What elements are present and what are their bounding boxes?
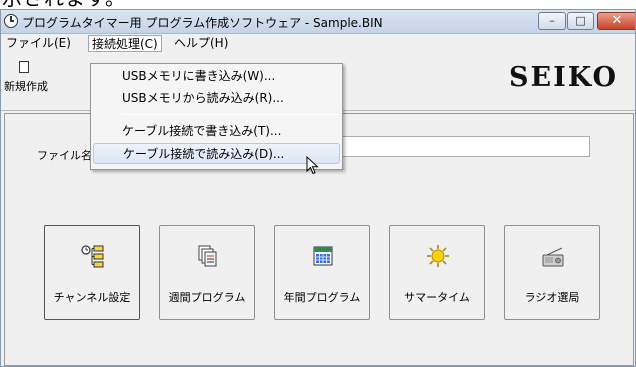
sun-icon xyxy=(427,245,449,267)
new-file-button[interactable]: 新規作成 xyxy=(4,59,48,99)
weekly-program-button[interactable]: 週間プログラム xyxy=(159,225,255,320)
cable-read-item[interactable]: ケーブル接続で読み込み(D)... xyxy=(93,143,340,164)
weekly-program-label: 週間プログラム xyxy=(168,291,246,304)
window-title: プログラムタイマー用 プログラム作成ソフトウェア - Sample.BIN xyxy=(22,16,383,30)
connection-dropdown-menu: USBメモリに書き込み(W)... USBメモリから読み込み(R)... ケーブ… xyxy=(90,63,343,170)
radio-tuning-label: ラジオ選局 xyxy=(524,291,580,304)
minimize-icon: – xyxy=(549,14,555,27)
caption-fragment: 示されます。 xyxy=(0,0,636,9)
annual-program-label: 年間プログラム xyxy=(283,291,361,304)
weekly-pages-icon xyxy=(198,245,217,267)
maximize-button[interactable]: □ xyxy=(567,12,594,30)
summer-time-button[interactable]: サマータイム xyxy=(389,225,485,320)
usb-read-item[interactable]: USBメモリから読み込み(R)... xyxy=(93,88,340,109)
radio-icon xyxy=(542,247,564,267)
radio-tuning-button[interactable]: ラジオ選局 xyxy=(504,225,600,320)
brand-logo: SEIKO xyxy=(509,62,618,93)
maximize-icon: □ xyxy=(575,14,586,27)
file-name-label: ファイル名 xyxy=(37,149,92,162)
caption-text: 示されます。 xyxy=(2,0,126,9)
summer-time-label: サマータイム xyxy=(404,291,470,304)
title-bar[interactable]: プログラムタイマー用 プログラム作成ソフトウェア - Sample.BIN – … xyxy=(1,10,635,34)
new-file-label: 新規作成 xyxy=(4,80,48,93)
usb-write-item[interactable]: USBメモリに書き込み(W)... xyxy=(93,66,340,87)
app-window: プログラムタイマー用 プログラム作成ソフトウェア - Sample.BIN – … xyxy=(0,9,636,367)
mouse-cursor-icon xyxy=(306,156,319,175)
cable-write-item[interactable]: ケーブル接続で書き込み(T)... xyxy=(93,121,340,142)
close-icon: ✕ xyxy=(611,13,623,28)
menu-file[interactable]: ファイル(E) xyxy=(3,35,74,52)
channel-settings-label: チャンネル設定 xyxy=(53,291,131,304)
channel-tree-icon xyxy=(81,245,104,268)
minimize-button[interactable]: – xyxy=(538,12,566,30)
clock-icon xyxy=(4,14,18,28)
close-button[interactable]: ✕ xyxy=(597,12,635,30)
menu-bar: ファイル(E) 接続処理(C) ヘルプ(H) xyxy=(1,34,635,53)
channel-settings-button[interactable]: チャンネル設定 xyxy=(44,225,140,320)
calendar-icon xyxy=(313,246,333,266)
menu-connection[interactable]: 接続処理(C) xyxy=(88,35,162,52)
menu-help[interactable]: ヘルプ(H) xyxy=(171,35,231,52)
annual-program-button[interactable]: 年間プログラム xyxy=(274,225,370,320)
menu-separator xyxy=(121,114,340,115)
new-document-icon xyxy=(19,61,29,73)
